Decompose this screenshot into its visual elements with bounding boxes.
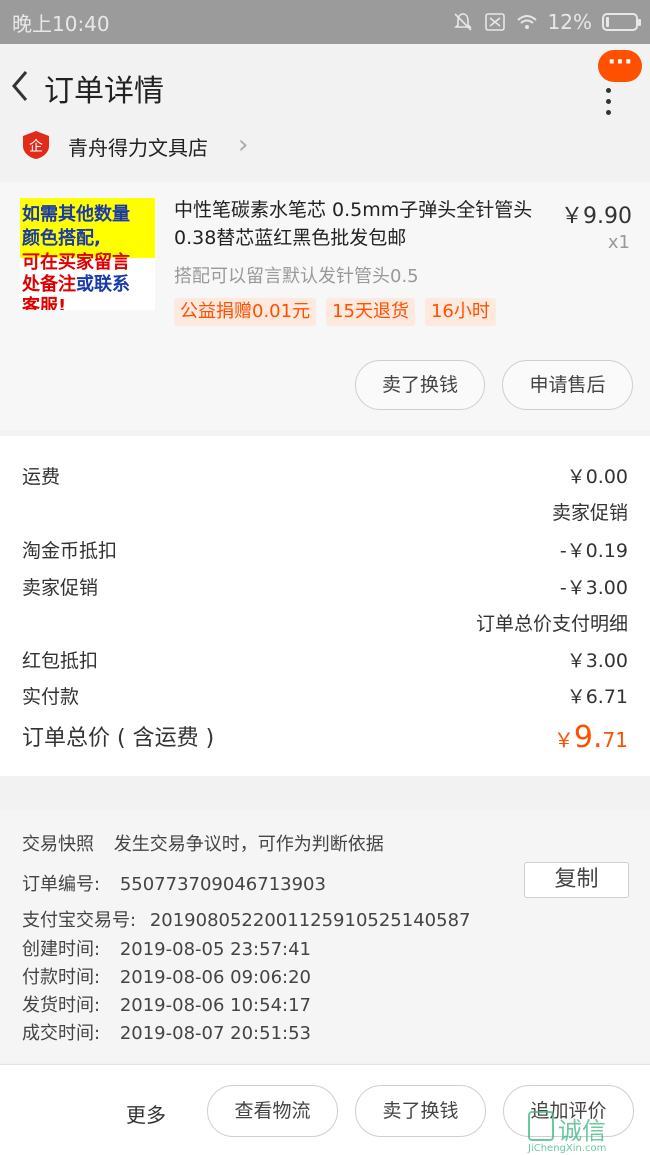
paid-row: 实付款 ￥6.71 [22,682,628,718]
created-time: 2019-08-05 23:57:41 [119,939,311,960]
copy-button[interactable]: 复制 [524,862,629,898]
enterprise-shop-icon: 企 [23,131,49,159]
tag-charity: 公益捐赠0.01元 [174,298,317,326]
paid-time: 2019-08-06 09:06:20 [119,967,311,988]
shop-name[interactable]: 青舟得力文具店 [68,132,208,161]
redpacket-label: 红包抵扣 [22,650,99,672]
coin-label: 淘金币抵扣 [22,540,118,562]
page-title: 订单详情 [44,74,164,109]
created-label: 创建时间: [22,939,101,960]
status-time: 晚上10:40 [12,11,110,36]
more-button[interactable]: 更多 [126,1099,166,1128]
total-value: ￥9.71 [553,720,628,755]
redpacket-value: ￥3.00 [566,650,628,672]
watermark: 诚信 JiChengXin.com [528,1111,646,1154]
tag-return: 15天退货 [326,298,415,326]
order-number: 550773709046713903 [119,874,326,895]
product-title[interactable]: 中性笔碳素水笔芯 0.5mm子弹头全针管头0.38替芯蓝红黑色批发包邮 [174,196,536,252]
back-arrow-icon[interactable] [6,64,36,108]
created-row: 创建时间: 2019-08-05 23:57:41 [22,935,311,961]
image-text-line2: 颜色搭配, [22,228,101,249]
alipay-number: 2019080522001125910525140587 [149,910,471,931]
done-label: 成交时间: [22,1023,101,1044]
seller-promo-value: -￥3.00 [559,577,628,599]
image-text-line1: 如需其他数量 [22,204,130,225]
shipping-value: ￥0.00 [566,466,628,488]
watermark-text: 诚信 [558,1117,606,1145]
battery-icon [602,13,641,31]
total-label: 订单总价 ( 含运费 ) [22,726,215,751]
after-sale-button[interactable]: 申请售后 [502,360,633,410]
product-image[interactable]: 如需其他数量 颜色搭配, 可在买家留言 处备注或联系 客服! [20,198,155,310]
order-number-row: 订单编号: 550773709046713903 [22,870,326,896]
product-price: ￥9.90 [561,204,632,229]
shipping-row: 运费 ￥0.00 [22,462,628,498]
fee-summary: 运费 ￥0.00 卖家促销 淘金币抵扣 -￥0.19 卖家促销 -￥3.00 订… [0,436,650,776]
snapshot-label[interactable]: 交易快照 [22,834,94,855]
sell-for-cash-button[interactable]: 卖了换钱 [355,360,485,410]
done-row: 成交时间: 2019-08-07 20:51:53 [22,1019,311,1045]
paid-label: 实付款 [22,686,80,708]
seller-promo-note: 卖家促销 [551,502,628,524]
bottom-action-bar: 更多 查看物流 卖了换钱 追加评价 诚信 JiChengXin.com [0,1064,650,1155]
coin-row: 淘金币抵扣 -￥0.19 [22,536,628,572]
seller-promo-note-row: 卖家促销 [22,498,628,534]
tag-ship-time: 16小时 [424,298,496,326]
svg-text:企: 企 [29,138,43,155]
done-time: 2019-08-07 20:51:53 [119,1023,311,1044]
nav-bar: 订单详情 ··· [0,44,650,130]
watermark-sub: JiChengXin.com [528,1143,607,1154]
payment-detail-row[interactable]: 订单总价支付明细 [22,609,628,645]
order-info: 交易快照 发生交易争议时，可作为判断依据 订单编号: 5507737090467… [0,810,650,1062]
sell-for-cash-bottom-button[interactable]: 卖了换钱 [355,1085,486,1137]
product-quantity: x1 [607,232,630,253]
order-number-label: 订单编号: [22,874,101,895]
sim-icon [484,13,505,31]
alipay-row: 支付宝交易号: 2019080522001125910525140587 [22,906,470,932]
paid-time-label: 付款时间: [22,967,101,988]
status-bar: 晚上10:40 12% [0,0,650,44]
mute-icon [453,13,472,31]
total-row: 订单总价 ( 含运费 ) ￥9.71 [22,720,628,764]
chevron-right-icon[interactable]: › [238,130,248,160]
battery-percent: 12% [547,10,592,34]
snapshot-row[interactable]: 交易快照 发生交易争议时，可作为判断依据 [22,830,384,856]
alipay-label: 支付宝交易号: [22,910,137,931]
product-spec: 搭配可以留言默认发针管头0.5 [174,266,419,287]
shipping-label: 运费 [22,466,61,488]
watermark-logo-icon [528,1111,554,1141]
product-tags: 公益捐赠0.01元 15天退货 16小时 [174,298,496,326]
seller-promo-row: 卖家促销 -￥3.00 [22,573,628,609]
snapshot-note: 发生交易争议时，可作为判断依据 [113,834,384,855]
payment-detail-link[interactable]: 订单总价支付明细 [476,609,628,636]
redpacket-row: 红包抵扣 ￥3.00 [22,646,628,682]
seller-promo-label: 卖家促销 [22,577,99,599]
paid-value: ￥6.71 [566,686,628,708]
product-card: 如需其他数量 颜色搭配, 可在买家留言 处备注或联系 客服! 中性笔碳素水笔芯 … [0,182,650,430]
paid-time-row: 付款时间: 2019-08-06 09:06:20 [22,963,311,989]
status-icons: 12% [452,10,641,34]
kebab-menu-icon[interactable] [606,88,612,116]
image-text-line5: 客服! [22,296,67,310]
shipped-time: 2019-08-06 10:54:17 [119,995,311,1016]
shop-row[interactable]: 企 青舟得力文具店 › [0,130,650,182]
more-messages-icon[interactable]: ··· [598,50,642,82]
shipped-label: 发货时间: [22,995,101,1016]
shipped-row: 发货时间: 2019-08-06 10:54:17 [22,991,311,1017]
view-logistics-button[interactable]: 查看物流 [207,1085,338,1137]
wifi-icon [516,15,537,29]
coin-value: -￥0.19 [559,540,628,562]
